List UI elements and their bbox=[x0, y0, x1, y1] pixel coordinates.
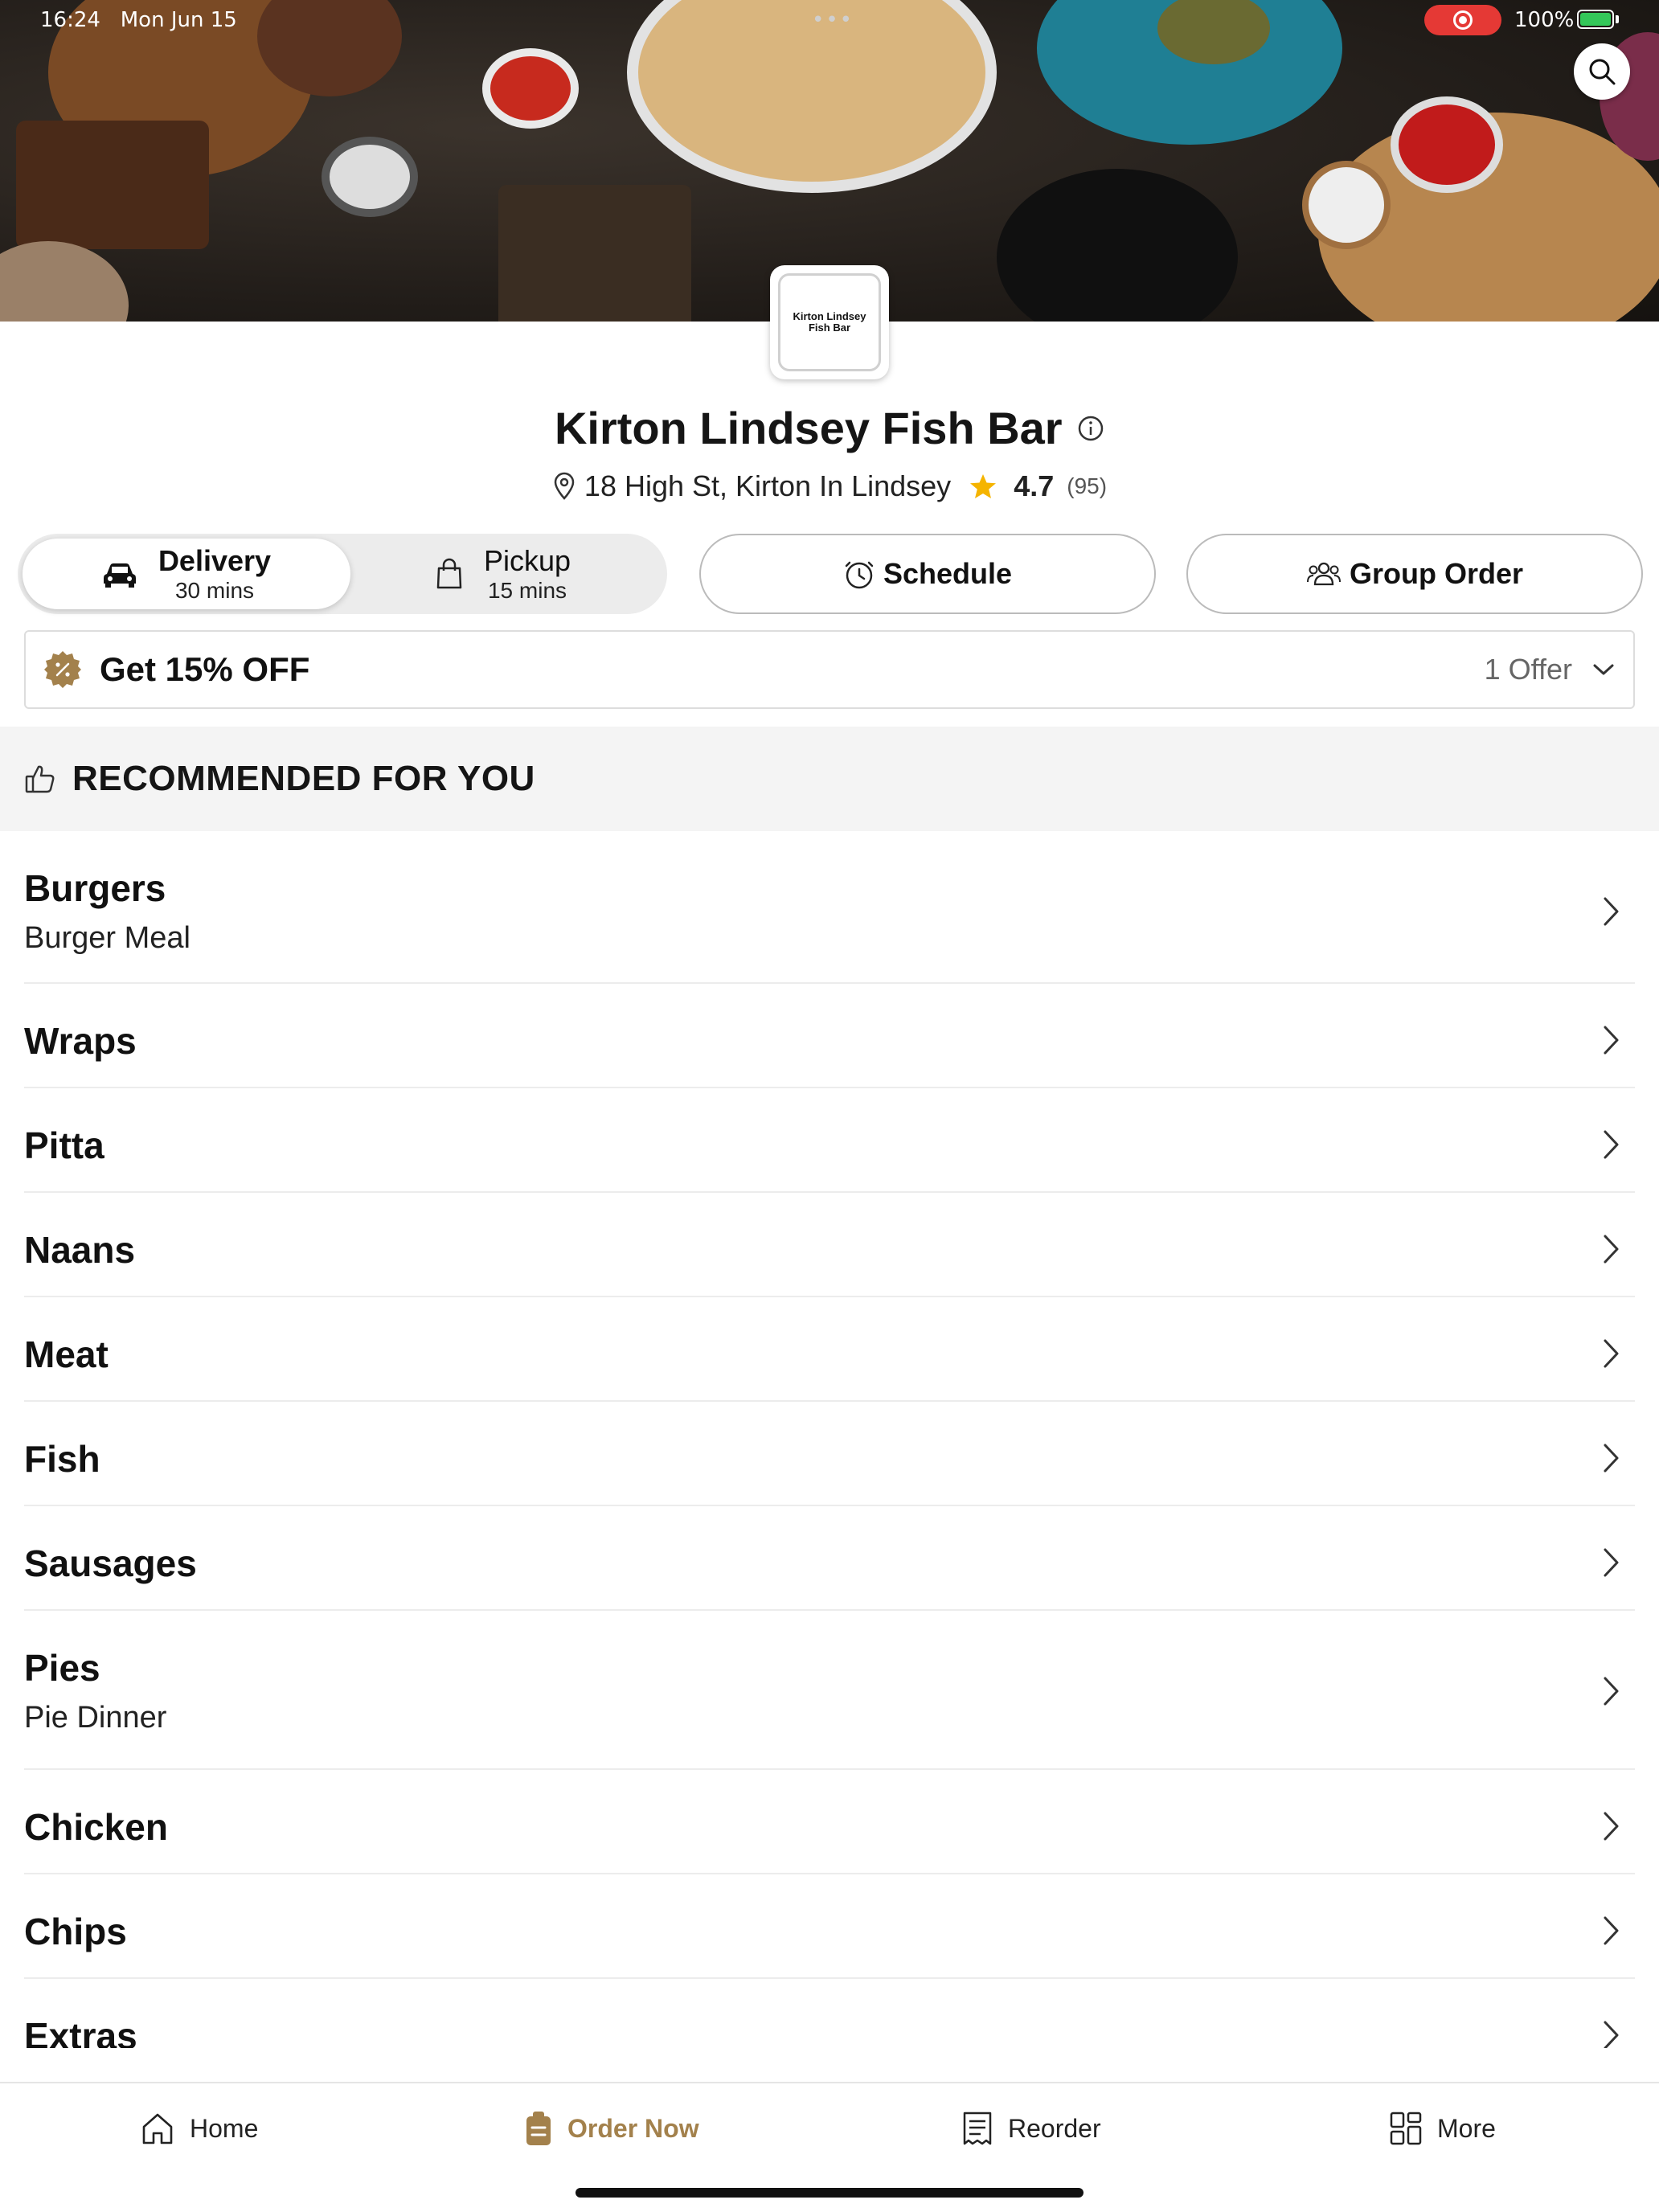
home-icon bbox=[142, 2113, 173, 2144]
info-icon[interactable] bbox=[1077, 415, 1104, 442]
chevron-right-icon bbox=[1604, 1339, 1619, 1368]
group-order-label: Group Order bbox=[1349, 557, 1524, 590]
home-indicator[interactable] bbox=[576, 2188, 1083, 2198]
status-bar: 16:24 Mon Jun 15 ••• 100% bbox=[0, 0, 1659, 40]
chevron-right-icon bbox=[1604, 1130, 1619, 1159]
offer-banner[interactable]: Get 15% OFF 1 Offer bbox=[24, 630, 1635, 709]
category-row-pies[interactable]: Pies Pie Dinner bbox=[24, 1611, 1635, 1770]
category-name: Meat bbox=[24, 1333, 109, 1375]
delivery-label: Delivery bbox=[158, 544, 272, 578]
chevron-down-icon[interactable] bbox=[1591, 662, 1616, 678]
category-row-meat[interactable]: Meat bbox=[24, 1297, 1635, 1402]
group-icon bbox=[1306, 562, 1341, 586]
category-row-extras[interactable]: Extras bbox=[24, 1979, 1635, 2048]
nav-order-now-label: Order Now bbox=[567, 2113, 699, 2143]
section-title: RECOMMENDED FOR YOU bbox=[72, 759, 535, 798]
order-mode-toggle: Delivery 30 mins Pickup 15 mins bbox=[18, 534, 667, 614]
chevron-right-icon bbox=[1604, 1026, 1619, 1055]
nav-reorder-label: Reorder bbox=[1008, 2113, 1101, 2143]
order-bag-icon bbox=[526, 2112, 551, 2145]
nav-reorder[interactable]: Reorder bbox=[961, 2106, 1101, 2151]
grid-icon bbox=[1390, 2112, 1422, 2145]
pickup-label: Pickup bbox=[483, 544, 571, 578]
chevron-right-icon bbox=[1604, 1235, 1619, 1264]
category-name: Fish bbox=[24, 1438, 100, 1480]
battery-percent: 100% bbox=[1514, 8, 1575, 32]
salt-bowl-image bbox=[322, 137, 418, 217]
status-time: 16:24 Mon Jun 15 bbox=[40, 8, 237, 32]
screen-record-indicator bbox=[1424, 5, 1501, 35]
category-name: Sausages bbox=[24, 1542, 197, 1584]
multitask-dots[interactable]: ••• bbox=[812, 8, 854, 32]
group-order-button[interactable]: Group Order bbox=[1186, 534, 1643, 614]
address-rating-row: 18 High St, Kirton In Lindsey 4.7 (95) bbox=[0, 468, 1659, 503]
category-row-pitta[interactable]: Pitta bbox=[24, 1088, 1635, 1193]
pickup-option[interactable]: Pickup 15 mins bbox=[339, 539, 667, 609]
search-icon bbox=[1589, 59, 1616, 85]
nav-home[interactable]: Home bbox=[140, 2106, 258, 2151]
category-name: Naans bbox=[24, 1229, 136, 1271]
thumbs-up-icon bbox=[25, 765, 55, 793]
category-row-chicken[interactable]: Chicken bbox=[24, 1770, 1635, 1874]
chevron-right-icon bbox=[1604, 2021, 1619, 2048]
category-name: Chicken bbox=[24, 1806, 168, 1848]
review-count: (95) bbox=[1067, 473, 1108, 499]
category-name: Wraps bbox=[24, 1020, 137, 1062]
clock-icon bbox=[845, 561, 874, 589]
receipt-icon bbox=[963, 2112, 992, 2145]
category-row-burgers[interactable]: Burgers Burger Meal bbox=[24, 831, 1635, 984]
basket-image bbox=[498, 185, 691, 322]
category-name: Pies bbox=[24, 1647, 100, 1689]
pickup-time: 15 mins bbox=[487, 577, 567, 603]
discount-badge-icon bbox=[44, 651, 81, 688]
wooden-board-image bbox=[16, 121, 209, 249]
shopping-bag-icon bbox=[436, 558, 462, 589]
category-subtitle: Pie Dinner bbox=[24, 1701, 167, 1735]
chevron-right-icon bbox=[1604, 1916, 1619, 1945]
schedule-button[interactable]: Schedule bbox=[699, 534, 1156, 614]
location-pin-icon bbox=[554, 473, 575, 501]
salt-dish-image bbox=[1302, 161, 1391, 249]
sauce-bowl-image bbox=[1391, 96, 1503, 193]
chevron-right-icon bbox=[1604, 1548, 1619, 1577]
category-row-fish[interactable]: Fish bbox=[24, 1402, 1635, 1506]
category-row-chips[interactable]: Chips bbox=[24, 1874, 1635, 1979]
category-name: Burgers bbox=[24, 867, 166, 909]
chevron-right-icon bbox=[1604, 897, 1619, 926]
rating-value: 4.7 bbox=[1014, 469, 1055, 503]
car-icon bbox=[103, 563, 136, 588]
nav-order-now[interactable]: Order Now bbox=[524, 2106, 699, 2151]
recommended-section-header: RECOMMENDED FOR YOU bbox=[0, 727, 1659, 831]
nav-home-label: Home bbox=[190, 2113, 259, 2143]
chevron-right-icon bbox=[1604, 1812, 1619, 1841]
search-button[interactable] bbox=[1574, 43, 1630, 100]
restaurant-logo: Kirton Lindsey Fish Bar bbox=[770, 265, 889, 379]
category-name: Extras bbox=[24, 2015, 137, 2048]
category-row-naans[interactable]: Naans bbox=[24, 1193, 1635, 1297]
category-subtitle: Burger Meal bbox=[24, 921, 190, 955]
restaurant-header: Kirton Lindsey Fish Bar bbox=[0, 402, 1659, 454]
ketchup-bowl-image bbox=[482, 48, 579, 129]
offer-title: Get 15% OFF bbox=[100, 650, 310, 688]
offer-count: 1 Offer bbox=[1484, 653, 1572, 686]
logo-text: Kirton Lindsey Fish Bar bbox=[778, 273, 881, 371]
category-name: Chips bbox=[24, 1911, 127, 1952]
nav-more-label: More bbox=[1437, 2113, 1496, 2143]
dark-plate-image bbox=[997, 169, 1238, 322]
chevron-right-icon bbox=[1604, 1677, 1619, 1706]
schedule-label: Schedule bbox=[883, 557, 1013, 590]
bowl-image bbox=[0, 241, 129, 322]
category-name: Pitta bbox=[24, 1124, 104, 1166]
restaurant-name: Kirton Lindsey Fish Bar bbox=[554, 403, 1063, 453]
category-list: Burgers Burger Meal Wraps Pitta Naans Me… bbox=[0, 831, 1659, 2048]
delivery-time: 30 mins bbox=[174, 577, 255, 603]
category-row-sausages[interactable]: Sausages bbox=[24, 1506, 1635, 1611]
delivery-option[interactable]: Delivery 30 mins bbox=[23, 539, 350, 609]
battery-icon bbox=[1577, 10, 1614, 29]
restaurant-address: 18 High St, Kirton In Lindsey bbox=[584, 469, 952, 503]
category-row-wraps[interactable]: Wraps bbox=[24, 984, 1635, 1088]
star-icon bbox=[970, 474, 997, 499]
chevron-right-icon bbox=[1604, 1444, 1619, 1473]
nav-more[interactable]: More bbox=[1389, 2106, 1496, 2151]
